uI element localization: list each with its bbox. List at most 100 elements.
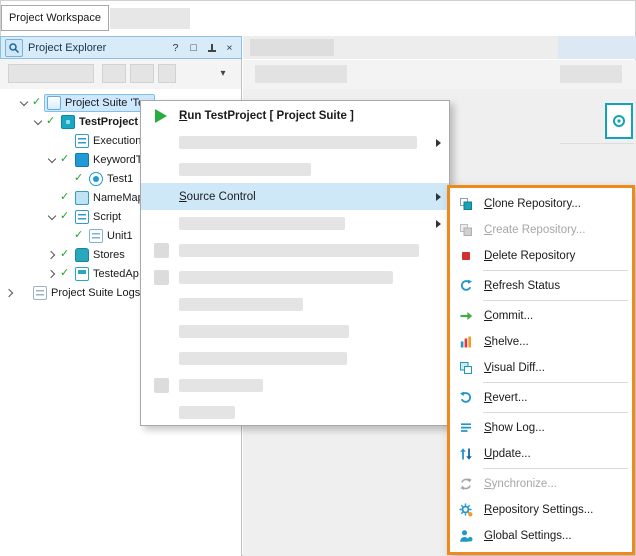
- tree-item-label: Test1: [107, 173, 133, 185]
- synchronize-icon: [458, 477, 473, 492]
- menu-item-commit[interactable]: Commit...: [450, 303, 632, 329]
- tree-selection: Project Suite 'Tes: [45, 95, 154, 111]
- check-icon: ✓: [60, 211, 73, 222]
- logs-icon: [33, 286, 47, 300]
- menu-item-label: Refresh Status: [484, 280, 560, 292]
- menu-item-refresh-status[interactable]: Refresh Status: [450, 273, 632, 299]
- menu-separator: [483, 412, 628, 413]
- tree-item-label: Unit1: [107, 230, 133, 242]
- placeholder-bar: [179, 352, 347, 365]
- menu-item-placeholder[interactable]: [141, 291, 449, 318]
- menu-item-label: Repository Settings...: [484, 504, 593, 516]
- check-icon: ✓: [60, 192, 73, 203]
- placeholder-icon: [154, 270, 169, 285]
- tree-item-label: Project Suite Logs: [51, 287, 140, 299]
- panel-title: Project Explorer: [28, 42, 165, 54]
- chevron-down-icon[interactable]: [46, 154, 58, 166]
- tested-apps-icon: [75, 267, 89, 281]
- placeholder-icon: [154, 378, 169, 393]
- chevron-right-icon[interactable]: [4, 287, 16, 299]
- menu-item-show-log[interactable]: Show Log...: [450, 415, 632, 441]
- delete-repository-icon: [458, 249, 473, 264]
- script-icon: [75, 210, 89, 224]
- tab-project-workspace[interactable]: Project Workspace: [1, 5, 109, 31]
- source-control-submenu: Clone Repository... Create Repository...…: [447, 185, 635, 555]
- close-button[interactable]: ×: [222, 40, 237, 56]
- menu-separator: [483, 468, 628, 469]
- toolbar-dropdown-button[interactable]: ▾: [214, 64, 232, 83]
- menu-item-placeholder[interactable]: [141, 399, 449, 426]
- toolbar-button-placeholder[interactable]: [158, 64, 176, 83]
- name-mapping-icon: [75, 191, 89, 205]
- visual-diff-icon: [458, 361, 473, 376]
- chevron-placeholder: [46, 135, 58, 147]
- background-strip-toolbar: [243, 60, 636, 89]
- repository-settings-icon: [458, 503, 473, 518]
- menu-item-revert[interactable]: Revert...: [450, 385, 632, 411]
- placeholder-bar: [179, 136, 417, 149]
- chevron-right-icon[interactable]: [46, 268, 58, 280]
- placeholder-bar: [179, 271, 393, 284]
- background-strip-top: [243, 36, 636, 59]
- menu-item-repository-settings[interactable]: Repository Settings...: [450, 497, 632, 523]
- menu-item-label: Delete Repository: [484, 250, 575, 262]
- check-icon: ✓: [60, 249, 73, 260]
- menu-separator: [483, 382, 628, 383]
- pin-icon: [207, 42, 217, 54]
- explorer-toolbar: ▾: [0, 59, 242, 89]
- chevron-down-icon[interactable]: [18, 97, 30, 109]
- menu-item-label: Synchronize...: [484, 478, 557, 490]
- background-placeholder: [250, 39, 334, 56]
- chevron-down-icon[interactable]: [32, 116, 44, 128]
- project-icon: [61, 115, 75, 129]
- tree-item-label: NameMap: [93, 192, 144, 204]
- app-window: Project Workspace Project Explorer ? □ ×…: [0, 0, 636, 556]
- tree-item-label: Script: [93, 211, 121, 223]
- tab-placeholder[interactable]: [110, 8, 190, 29]
- tab-label: Project Workspace: [9, 12, 101, 24]
- placeholder-bar: [179, 163, 311, 176]
- chevron-right-icon[interactable]: [46, 249, 58, 261]
- menu-item-placeholder[interactable]: [141, 210, 449, 237]
- tree-item-label: TestedAp: [93, 268, 139, 280]
- placeholder-bar: [179, 325, 349, 338]
- placeholder-bar: [179, 379, 263, 392]
- clone-repository-icon: [458, 197, 473, 212]
- menu-item-visual-diff[interactable]: Visual Diff...: [450, 355, 632, 381]
- menu-item-source-control[interactable]: Source Control: [141, 183, 449, 210]
- menu-item-global-settings[interactable]: Global Settings...: [450, 523, 632, 549]
- execution-plan-icon: [75, 134, 89, 148]
- float-button[interactable]: □: [186, 40, 201, 56]
- placeholder-bar: [179, 244, 419, 257]
- menu-item-run-testproject[interactable]: Run TestProject [ Project Suite ]: [141, 102, 449, 129]
- menu-item-create-repository: Create Repository...: [450, 217, 632, 243]
- menu-item-label: Global Settings...: [484, 530, 572, 542]
- pin-button[interactable]: [204, 40, 219, 56]
- tree-item-label: Stores: [93, 249, 125, 261]
- help-button[interactable]: ?: [168, 40, 183, 56]
- menu-item-label: Source Control: [179, 191, 256, 203]
- shelve-icon: [458, 335, 473, 350]
- toolbar-field-placeholder[interactable]: [8, 64, 94, 83]
- toolbar-button-placeholder[interactable]: [130, 64, 154, 83]
- menu-item-update[interactable]: Update...: [450, 441, 632, 467]
- tree-item-label: TestProject: [79, 116, 138, 128]
- menu-item-placeholder[interactable]: [141, 318, 449, 345]
- menu-item-placeholder[interactable]: [141, 156, 449, 183]
- check-icon: ✓: [74, 173, 87, 184]
- menu-item-clone-repository[interactable]: Clone Repository...: [450, 191, 632, 217]
- menu-item-label: Shelve...: [484, 336, 529, 348]
- menu-item-placeholder[interactable]: [141, 129, 449, 156]
- menu-item-placeholder[interactable]: [141, 372, 449, 399]
- menu-item-placeholder[interactable]: [141, 237, 449, 264]
- toolbar-button-placeholder[interactable]: [102, 64, 126, 83]
- chevron-down-icon[interactable]: [46, 211, 58, 223]
- check-icon: ✓: [60, 154, 73, 165]
- check-icon: ✓: [74, 230, 87, 241]
- menu-item-delete-repository[interactable]: Delete Repository: [450, 243, 632, 269]
- menu-item-placeholder[interactable]: [141, 264, 449, 291]
- menu-item-synchronize: Synchronize...: [450, 471, 632, 497]
- menu-item-shelve[interactable]: Shelve...: [450, 329, 632, 355]
- script-unit-icon: [89, 229, 103, 243]
- menu-item-placeholder[interactable]: [141, 345, 449, 372]
